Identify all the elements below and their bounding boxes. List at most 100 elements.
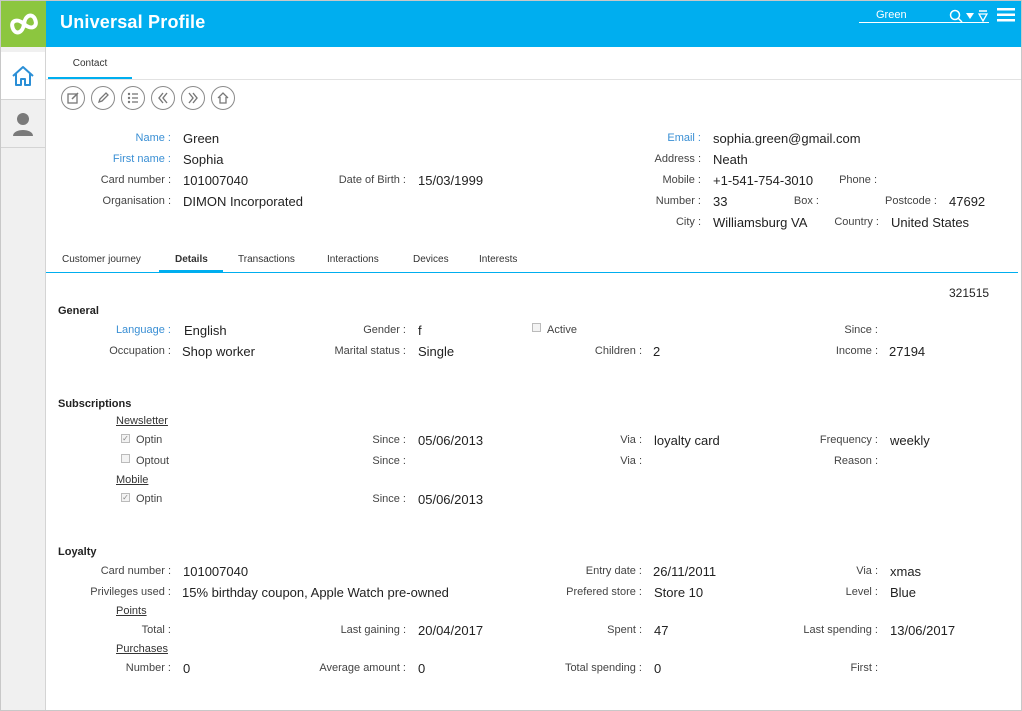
income-value: 27194	[889, 344, 926, 359]
nav-user-button[interactable]	[1, 100, 45, 148]
optin-via-label: Via :	[620, 434, 642, 446]
frequency-label: Frequency :	[819, 434, 878, 446]
level-value: Blue	[890, 585, 917, 600]
search-input[interactable]: Green	[876, 9, 907, 21]
occupation-value: Shop worker	[182, 344, 255, 359]
first-purchase-label: First :	[850, 662, 879, 674]
reason-label: Reason :	[833, 455, 878, 467]
city-label: City :	[675, 216, 701, 228]
privileges-value: 15% birthday coupon, Apple Watch pre-own…	[182, 585, 449, 600]
first-name-value: Sophia	[183, 152, 224, 167]
preferred-store-label: Prefered store :	[566, 586, 642, 598]
list-button[interactable]	[121, 86, 145, 110]
email-label: Email :	[667, 132, 701, 144]
previous-icon	[158, 92, 168, 104]
newsletter-optin-checkbox[interactable]: ✓	[121, 434, 130, 443]
home-icon	[12, 65, 34, 86]
purchases-number-value: 0	[183, 661, 191, 676]
tab-customer-journey[interactable]: Customer journey	[62, 254, 141, 265]
since-label: Since :	[844, 324, 878, 336]
country-value: United States	[891, 215, 970, 230]
dropdown-arrow-icon[interactable]	[965, 11, 975, 21]
email-value: sophia.green@gmail.com	[713, 131, 861, 146]
privileges-label: Privileges used :	[90, 586, 171, 598]
nav-home-button[interactable]	[1, 52, 45, 100]
active-checkbox[interactable]	[532, 323, 541, 332]
average-amount-value: 0	[418, 661, 426, 676]
menu-icon[interactable]	[997, 7, 1015, 23]
mobile-optin-checkbox[interactable]: ✓	[121, 493, 130, 502]
next-button[interactable]	[181, 86, 205, 110]
tab-interactions[interactable]: Interactions	[327, 254, 379, 265]
edit-doc-icon	[67, 92, 79, 104]
tab-transactions[interactable]: Transactions	[238, 254, 295, 265]
tab-interests[interactable]: Interests	[479, 254, 517, 265]
mobile-label: Mobile :	[662, 174, 701, 186]
optout-via-label: Via :	[620, 455, 642, 467]
mobile-value: +1-541-754-3010	[713, 173, 814, 188]
address-value: Neath	[713, 152, 748, 167]
tab-details[interactable]: Details	[175, 254, 208, 265]
loyalty-via-value: xmas	[890, 564, 922, 579]
pencil-button[interactable]	[91, 86, 115, 110]
list-icon	[127, 92, 138, 104]
general-section-title: General	[58, 305, 99, 317]
number-label: Number :	[655, 195, 701, 207]
home-icon	[217, 92, 229, 104]
marital-status-value: Single	[418, 344, 455, 359]
dob-label: Date of Birth :	[338, 174, 406, 186]
card-number-value: 101007040	[183, 173, 249, 188]
tab-contact[interactable]: Contact	[48, 47, 132, 79]
total-spending-label: Total spending :	[564, 662, 642, 674]
filter-icon[interactable]	[978, 10, 988, 22]
phone-label: Phone :	[839, 174, 877, 186]
name-label: Name :	[135, 132, 171, 144]
frequency-value: weekly	[890, 433, 930, 448]
home-record-button[interactable]	[211, 86, 235, 110]
logo[interactable]	[1, 1, 46, 47]
tab-devices[interactable]: Devices	[413, 254, 449, 265]
optin-since-value: 05/06/2013	[418, 433, 484, 448]
newsletter-optout-checkbox[interactable]	[121, 454, 130, 463]
edit-doc-button[interactable]	[61, 86, 85, 110]
last-spending-label: Last spending :	[803, 624, 878, 636]
language-value: English	[184, 323, 227, 338]
loyalty-section-title: Loyalty	[58, 546, 97, 558]
gender-value: f	[418, 323, 422, 338]
spent-value: 47	[654, 623, 669, 638]
name-value: Green	[183, 131, 220, 146]
loyalty-via-label: Via :	[856, 565, 878, 577]
level-label: Level :	[845, 586, 878, 598]
loyalty-card-value: 101007040	[183, 564, 249, 579]
record-id: 321515	[949, 286, 990, 300]
card-number-label: Card number :	[100, 174, 171, 186]
purchases-number-label: Number :	[125, 662, 171, 674]
user-icon	[13, 112, 33, 136]
app-header: Universal Profile Green	[46, 1, 1021, 47]
optin-since-label: Since :	[372, 434, 406, 446]
app-window: Universal Profile Green Contact Name: G…	[0, 0, 1022, 711]
app-title: Universal Profile	[60, 12, 206, 32]
mobile-optin-label: Optin	[136, 493, 163, 505]
search-underline	[859, 22, 989, 23]
previous-button[interactable]	[151, 86, 175, 110]
marital-status-label: Marital status :	[334, 345, 406, 357]
total-spending-value: 0	[654, 661, 662, 676]
country-label: Country :	[834, 216, 879, 228]
loyalty-card-label: Card number :	[100, 565, 171, 577]
detail-tabs: Customer journey Details Transactions In…	[46, 249, 1018, 273]
search-icon[interactable]	[949, 9, 963, 23]
optout-since-label: Since :	[372, 455, 406, 467]
active-tab-indicator	[159, 270, 223, 272]
income-label: Income :	[835, 345, 878, 357]
spent-label: Spent :	[607, 624, 642, 636]
points-subheading: Points	[116, 605, 147, 617]
average-amount-label: Average amount :	[319, 662, 406, 674]
organisation-value: DIMON Incorporated	[183, 194, 303, 209]
points-total-label: Total :	[141, 624, 171, 636]
top-tabs: Contact	[46, 47, 1021, 80]
occupation-label: Occupation :	[109, 345, 171, 357]
left-rail	[1, 1, 46, 710]
mobile-subheading: Mobile	[116, 474, 149, 486]
record-toolbar	[61, 86, 235, 112]
